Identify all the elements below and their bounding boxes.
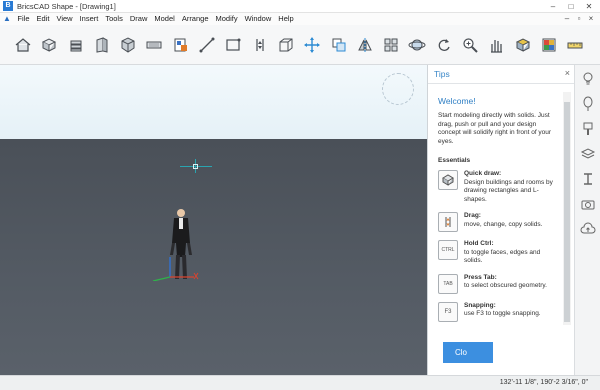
rotate-icon[interactable] <box>435 36 453 54</box>
menu-help[interactable]: Help <box>275 13 297 25</box>
doc-minimize-button[interactable]: – <box>561 13 573 25</box>
tip-title: Press Tab: <box>464 273 497 281</box>
layers-icon[interactable] <box>67 36 85 54</box>
tips-header: Tips <box>428 65 574 84</box>
orbit-icon[interactable] <box>408 36 426 54</box>
beam-icon[interactable] <box>580 171 596 187</box>
bricscad-logo-icon: B <box>3 1 13 11</box>
menu-bar: ▲ File Edit View Insert Tools Draw Model… <box>0 13 600 25</box>
tip-description: move, change, copy solids. <box>464 220 543 228</box>
move-icon[interactable] <box>303 36 321 54</box>
tip-description: use F3 to toggle snapping. <box>464 310 541 317</box>
pan-icon[interactable] <box>487 36 505 54</box>
menu-edit[interactable]: Edit <box>33 13 53 25</box>
tips-scrollbar-thumb[interactable] <box>564 102 570 322</box>
menu-arrange[interactable]: Arrange <box>178 13 212 25</box>
balloon-icon[interactable] <box>580 96 596 112</box>
rectangle-icon[interactable] <box>224 36 242 54</box>
tips-close-button[interactable]: × <box>565 68 570 78</box>
tip-item: Quick draw: Design buildings and rooms b… <box>438 170 560 204</box>
tips-content: Welcome! Start modeling directly with so… <box>438 96 560 330</box>
ucs-axis-icon <box>152 257 199 281</box>
tip-item: CTRL Hold Ctrl: to toggle faces, edges a… <box>438 240 560 266</box>
tip-title: Snapping: <box>464 301 496 309</box>
tip-item: F3 Snapping: use F3 to toggle snapping. <box>438 301 560 322</box>
brush-icon[interactable] <box>580 121 596 137</box>
menu-window[interactable]: Window <box>241 13 275 25</box>
ctrl-key-icon: CTRL <box>438 240 458 260</box>
box-wireframe-icon[interactable] <box>277 36 295 54</box>
tips-welcome-heading: Welcome! <box>438 96 476 106</box>
tips-panel: Tips × Welcome! Start modeling directly … <box>427 65 574 375</box>
render-icon[interactable] <box>514 36 532 54</box>
window-controls: – □ ✕ <box>544 1 598 12</box>
box-stack-icon[interactable] <box>40 36 58 54</box>
material-icon[interactable] <box>172 36 190 54</box>
doc-restore-button[interactable]: ▫ <box>573 13 585 25</box>
wall-icon[interactable] <box>93 36 111 54</box>
tips-scrollbar[interactable] <box>563 92 571 325</box>
doc-close-button[interactable]: × <box>585 13 597 25</box>
menu-draw[interactable]: Draw <box>126 13 151 25</box>
f3-key-icon: F3 <box>438 301 458 322</box>
minimize-button[interactable]: – <box>544 1 562 12</box>
home-icon[interactable] <box>14 36 32 54</box>
push-pull-icon[interactable] <box>251 36 269 54</box>
close-button[interactable]: ✕ <box>580 1 598 12</box>
cursor-pickbox <box>193 164 198 169</box>
palette-icon[interactable] <box>540 36 558 54</box>
tips-close-action-button[interactable]: Clo <box>443 342 493 363</box>
menu-view[interactable]: View <box>53 13 76 25</box>
tips-intro-text: Start modeling directly with solids. Jus… <box>438 112 552 145</box>
lightbulb-icon[interactable] <box>580 71 596 87</box>
title-bar: B BricsCAD Shape - [Drawing1] – □ ✕ <box>0 0 600 13</box>
side-panel-strip <box>574 65 600 375</box>
ground-plane <box>0 139 427 375</box>
quick-draw-icon <box>438 170 458 190</box>
model-viewport[interactable] <box>0 65 427 375</box>
tip-description: to toggle faces, edges and solids. <box>464 248 541 265</box>
window-title: BricsCAD Shape - [Drawing1] <box>17 1 116 11</box>
menu-modify[interactable]: Modify <box>212 13 241 25</box>
menu-file[interactable]: File <box>14 13 33 25</box>
status-bar: 132'-11 1/8", 190'-2 3/16", 0" <box>0 375 600 390</box>
drag-icon <box>438 212 458 232</box>
maximize-button[interactable]: □ <box>562 1 580 12</box>
menu-tools[interactable]: Tools <box>102 13 127 25</box>
measure-icon[interactable] <box>566 36 584 54</box>
copy-icon[interactable] <box>330 36 348 54</box>
tip-title: Hold Ctrl: <box>464 240 494 247</box>
sky-background <box>0 65 427 139</box>
app-menu-icon[interactable]: ▲ <box>0 13 14 25</box>
tip-description: to select obscured geometry. <box>464 282 547 289</box>
menu-model[interactable]: Model <box>151 13 178 25</box>
line-icon[interactable] <box>198 36 216 54</box>
camera-icon[interactable] <box>580 196 596 212</box>
menu-insert[interactable]: Insert <box>76 13 102 25</box>
tip-title: Drag: <box>464 212 481 219</box>
zoom-icon[interactable] <box>461 36 479 54</box>
cloud-upload-icon[interactable] <box>580 221 596 237</box>
toolbar <box>0 25 600 65</box>
tip-item: TAB Press Tab: to select obscured geomet… <box>438 273 560 294</box>
tab-key-icon: TAB <box>438 273 458 294</box>
slab-icon[interactable] <box>145 36 163 54</box>
layers-panel-icon[interactable] <box>580 146 596 162</box>
tip-item: Drag: move, change, copy solids. <box>438 212 560 232</box>
document-controls: – ▫ × <box>561 13 597 25</box>
coordinate-readout: 132'-11 1/8", 190'-2 3/16", 0" <box>499 379 588 386</box>
tip-title: Quick draw: <box>464 170 502 177</box>
mirror-icon[interactable] <box>356 36 374 54</box>
view-compass-icon[interactable] <box>382 73 414 105</box>
grid-icon[interactable] <box>382 36 400 54</box>
tip-description: Design buildings and rooms by drawing re… <box>464 178 553 203</box>
tips-section-heading: Essentials <box>438 157 471 164</box>
cube-icon[interactable] <box>119 36 137 54</box>
